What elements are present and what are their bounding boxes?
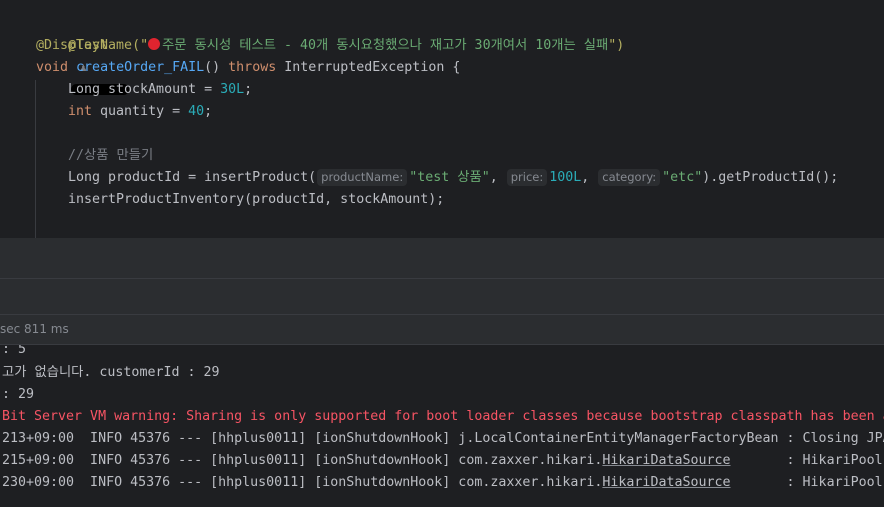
code-comment: //상품 만들기 (68, 148, 154, 163)
console-log-line: 215+09:00 INFO 45376 --- [hhplus0011] [i… (2, 450, 884, 472)
code-editor[interactable]: @Test ♟ @DisplayName(" 주문 동시성 테스트 - 40개 동… (0, 0, 884, 238)
param-hint-category: category: (598, 169, 661, 186)
test-status-bar: sec 811 ms (0, 315, 884, 345)
display-name-close: ") (608, 38, 625, 53)
product-decl: Long productId = insertProduct( (68, 170, 317, 185)
run-toolbar (0, 279, 884, 315)
code-line-stock-amount: Long stockAmount = 30L; (68, 79, 252, 101)
console-output[interactable]: : 5 고가 없습니다. customerId : 29 : 29 Bit Se… (0, 345, 884, 507)
arg-category: "etc" (662, 170, 703, 185)
class-link[interactable]: HikariDataSource (602, 475, 730, 490)
method-name: createOrder_FAIL (76, 60, 205, 75)
console-log-line: 213+09:00 INFO 45376 --- [hhplus0011] [i… (2, 431, 884, 446)
console-line: : 29 (2, 387, 35, 402)
stock-decl: Long stockAmount = (68, 82, 221, 97)
arg-price: 100L (549, 170, 582, 185)
console-warning-line: Bit Server VM warning: Sharing is only s… (2, 409, 884, 424)
code-line-insert-product: Long productId = insertProduct(productNa… (68, 167, 838, 189)
code-line-display-name: @DisplayName(" 주문 동시성 테스트 - 40개 동시요청했으나 재… (36, 35, 624, 57)
keyword-throws: throws (228, 60, 277, 75)
stmt-end: ; (204, 104, 213, 119)
code-line-quantity: int quantity = 40; (68, 101, 212, 123)
arg-product-name: "test 상품" (409, 170, 490, 185)
log-prefix: 230+09:00 INFO 45376 --- [hhplus0011] [i… (2, 475, 603, 490)
stmt-end: ; (244, 82, 253, 97)
stock-value: 30L (220, 82, 245, 97)
log-suffix: : HikariPool- (730, 475, 884, 490)
arg-comma: , (581, 170, 598, 185)
method-parens: () (204, 60, 229, 75)
keyword-void: void (36, 60, 69, 75)
test-duration: sec 811 ms (0, 322, 69, 336)
code-line-method-signature: void createOrder_FAIL() throws Interrupt… (36, 57, 460, 79)
keyword-int: int (68, 104, 93, 119)
console-log-line: 230+09:00 INFO 45376 --- [hhplus0011] [i… (2, 472, 884, 494)
red-circle-icon (148, 38, 161, 50)
display-name-text: 주문 동시성 테스트 - 40개 동시요청했으나 재고가 30개여서 10개는 … (162, 38, 609, 53)
product-tail: ).getProductId(); (702, 170, 839, 185)
code-line-insert-inventory: insertProductInventory(productId, stockA… (68, 192, 445, 207)
code-line-test-annotation: @Test ♟ (36, 13, 130, 95)
log-prefix: 215+09:00 INFO 45376 --- [hhplus0011] [i… (2, 453, 603, 468)
log-suffix: : HikariPool- (730, 453, 884, 468)
display-name-annotation: @DisplayName(" (36, 38, 149, 53)
param-hint-price: price: (506, 169, 548, 186)
class-link[interactable]: HikariDataSource (602, 453, 730, 468)
quantity-decl: quantity = (92, 104, 189, 119)
method-exception: InterruptedException { (276, 60, 461, 75)
editor-bottom-panel (0, 238, 884, 279)
console-line: : 5 (2, 345, 27, 357)
console-line: 고가 없습니다. customerId : 29 (2, 365, 220, 380)
quantity-value: 40 (188, 104, 205, 119)
param-hint-product-name: productName: (317, 169, 408, 186)
arg-comma: , (489, 170, 506, 185)
